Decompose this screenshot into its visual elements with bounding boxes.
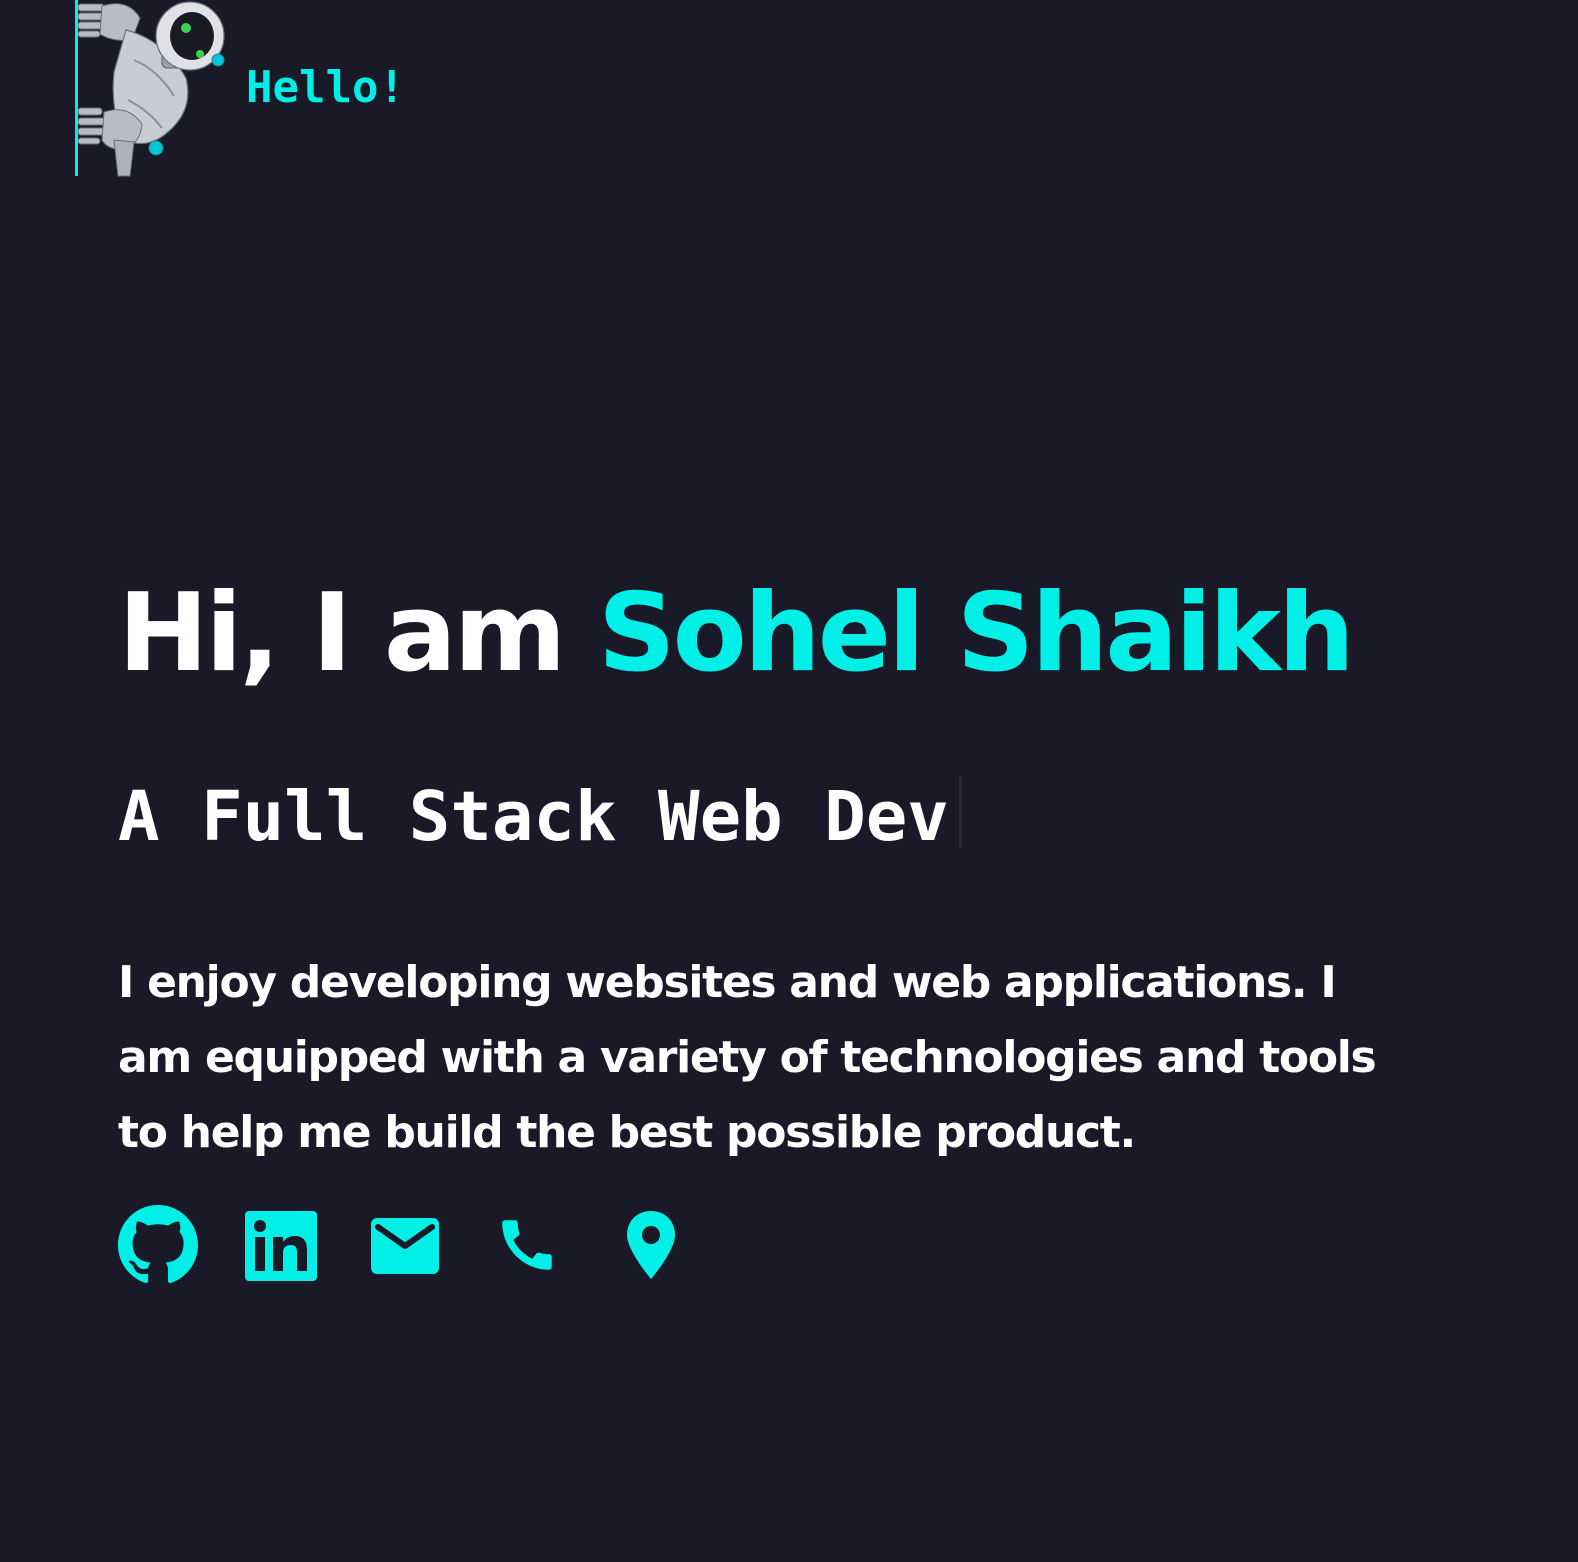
github-icon <box>118 1205 198 1284</box>
robot-mascot <box>75 0 235 178</box>
phone-icon <box>502 1220 552 1270</box>
hero-title: Hi, I am Sohel Shaikh <box>118 562 1355 706</box>
role-subtitle: A Full Stack Web Dev <box>118 772 962 862</box>
phone-link[interactable] <box>494 1205 560 1289</box>
typing-cursor <box>958 776 962 848</box>
location-link[interactable] <box>622 1205 680 1289</box>
greeting-text: Hello! <box>246 62 405 113</box>
mail-icon <box>371 1218 439 1274</box>
hero-title-name: Sohel Shaikh <box>597 571 1355 696</box>
mail-link[interactable] <box>370 1205 440 1289</box>
github-link[interactable] <box>118 1205 198 1289</box>
linkedin-link[interactable] <box>245 1205 317 1289</box>
role-text: A Full Stack Web Dev <box>118 777 949 857</box>
peeking-robot-icon <box>78 1 225 177</box>
hero-title-prefix: Hi, I am <box>118 571 598 696</box>
bio-paragraph: I enjoy developing websites and web appl… <box>118 957 1377 1158</box>
location-pin-icon <box>627 1211 675 1279</box>
linkedin-icon <box>245 1211 317 1281</box>
